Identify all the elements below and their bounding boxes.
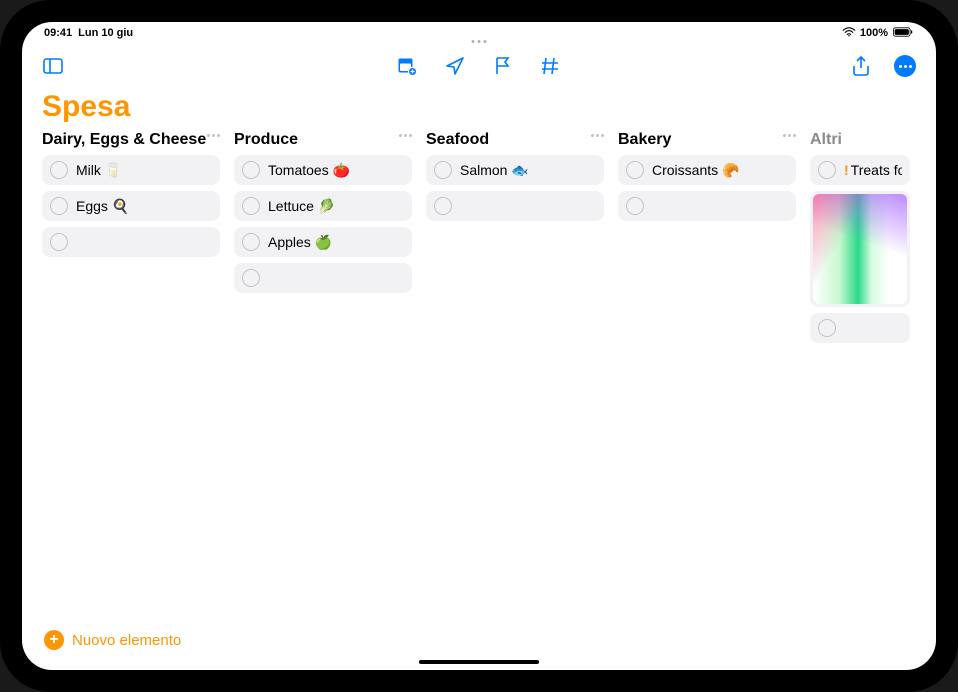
flag-icon[interactable] bbox=[492, 55, 514, 77]
complete-toggle-icon[interactable] bbox=[434, 161, 452, 179]
columns-scroll[interactable]: Dairy, Eggs & Cheese Milk 🥛 Eggs 🍳 Produce T… bbox=[22, 130, 936, 670]
reminder-item[interactable] bbox=[810, 313, 910, 343]
reminder-item[interactable]: Tomatoes 🍅 bbox=[234, 155, 412, 185]
column-items: Milk 🥛 Eggs 🍳 bbox=[42, 155, 220, 257]
column-title: Seafood bbox=[426, 130, 489, 149]
reminder-item[interactable]: !Treats for t bbox=[810, 155, 910, 185]
column-menu-icon[interactable] bbox=[591, 130, 604, 137]
complete-toggle-icon[interactable] bbox=[242, 269, 260, 287]
priority-indicator-icon: ! bbox=[844, 162, 849, 178]
complete-toggle-icon[interactable] bbox=[50, 197, 68, 215]
reminder-item[interactable] bbox=[42, 227, 220, 257]
column-items: Croissants 🥐 bbox=[618, 155, 796, 221]
reminder-text: Apples 🍏 bbox=[268, 234, 332, 251]
wifi-icon bbox=[842, 27, 856, 40]
reminder-image-item[interactable] bbox=[810, 191, 910, 307]
reminder-text: Salmon 🐟 bbox=[460, 162, 529, 179]
complete-toggle-icon[interactable] bbox=[50, 161, 68, 179]
column-title: Altri bbox=[810, 130, 842, 149]
reminder-text: Tomatoes 🍅 bbox=[268, 162, 350, 179]
column-items: !Treats for t bbox=[810, 155, 910, 343]
complete-toggle-icon[interactable] bbox=[626, 161, 644, 179]
sidebar-toggle-icon[interactable] bbox=[42, 55, 64, 77]
more-menu-icon[interactable] bbox=[894, 55, 916, 77]
reminder-text: Milk 🥛 bbox=[76, 162, 122, 179]
battery-text: 100% bbox=[860, 27, 888, 39]
column: Seafood Salmon 🐟 bbox=[426, 130, 604, 670]
location-icon[interactable] bbox=[444, 55, 466, 77]
hashtag-icon[interactable] bbox=[540, 55, 562, 77]
column-title: Produce bbox=[234, 130, 298, 149]
complete-toggle-icon[interactable] bbox=[818, 319, 836, 337]
column-items: Tomatoes 🍅 Lettuce 🥬 Apples 🍏 bbox=[234, 155, 412, 293]
column-header: Produce bbox=[234, 130, 412, 155]
complete-toggle-icon[interactable] bbox=[434, 197, 452, 215]
complete-toggle-icon[interactable] bbox=[626, 197, 644, 215]
screen: 09:41 Lun 10 giu 100% bbox=[22, 22, 936, 670]
status-time: 09:41 bbox=[44, 27, 72, 39]
new-item-button[interactable]: + Nuovo elemento bbox=[44, 630, 181, 650]
complete-toggle-icon[interactable] bbox=[242, 161, 260, 179]
column-header: Bakery bbox=[618, 130, 796, 155]
columns: Dairy, Eggs & Cheese Milk 🥛 Eggs 🍳 Produce T… bbox=[42, 130, 936, 670]
reminder-text: Lettuce 🥬 bbox=[268, 198, 335, 215]
reminder-item[interactable]: Milk 🥛 bbox=[42, 155, 220, 185]
calendar-add-icon[interactable] bbox=[396, 55, 418, 77]
plus-circle-icon: + bbox=[44, 630, 64, 650]
reminder-item[interactable]: Lettuce 🥬 bbox=[234, 191, 412, 221]
reminder-item[interactable] bbox=[618, 191, 796, 221]
complete-toggle-icon[interactable] bbox=[242, 197, 260, 215]
column-menu-icon[interactable] bbox=[783, 130, 796, 137]
complete-toggle-icon[interactable] bbox=[818, 161, 836, 179]
reminder-image-thumbnail bbox=[813, 194, 907, 304]
share-icon[interactable] bbox=[850, 55, 872, 77]
reminder-text: !Treats for t bbox=[844, 162, 902, 178]
column: Bakery Croissants 🥐 bbox=[618, 130, 796, 670]
column-items: Salmon 🐟 bbox=[426, 155, 604, 221]
home-indicator[interactable] bbox=[419, 660, 539, 664]
list-title: Spesa bbox=[22, 88, 936, 130]
reminder-item[interactable] bbox=[426, 191, 604, 221]
battery-icon bbox=[892, 27, 914, 40]
new-item-label: Nuovo elemento bbox=[72, 632, 181, 649]
column-header: Seafood bbox=[426, 130, 604, 155]
complete-toggle-icon[interactable] bbox=[242, 233, 260, 251]
reminder-item[interactable]: Salmon 🐟 bbox=[426, 155, 604, 185]
column-title: Dairy, Eggs & Cheese bbox=[42, 130, 206, 149]
multitask-dots-icon[interactable] bbox=[472, 40, 487, 43]
column-header: Altri bbox=[810, 130, 910, 155]
reminder-item[interactable]: Eggs 🍳 bbox=[42, 191, 220, 221]
column-title: Bakery bbox=[618, 130, 671, 149]
reminder-item[interactable]: Croissants 🥐 bbox=[618, 155, 796, 185]
reminder-item[interactable] bbox=[234, 263, 412, 293]
reminder-item[interactable]: Apples 🍏 bbox=[234, 227, 412, 257]
status-bar: 09:41 Lun 10 giu 100% bbox=[22, 22, 936, 44]
column: Altri!Treats for t bbox=[810, 130, 910, 670]
column-menu-icon[interactable] bbox=[399, 130, 412, 137]
column-header: Dairy, Eggs & Cheese bbox=[42, 130, 220, 155]
column-menu-icon[interactable] bbox=[207, 130, 220, 137]
device-frame: 09:41 Lun 10 giu 100% bbox=[0, 0, 958, 692]
column: Produce Tomatoes 🍅 Lettuce 🥬 Apples 🍏 bbox=[234, 130, 412, 670]
complete-toggle-icon[interactable] bbox=[50, 233, 68, 251]
status-date: Lun 10 giu bbox=[78, 27, 133, 39]
reminder-text: Eggs 🍳 bbox=[76, 198, 129, 215]
toolbar bbox=[22, 44, 936, 88]
reminder-text: Croissants 🥐 bbox=[652, 162, 739, 179]
column: Dairy, Eggs & Cheese Milk 🥛 Eggs 🍳 bbox=[42, 130, 220, 670]
